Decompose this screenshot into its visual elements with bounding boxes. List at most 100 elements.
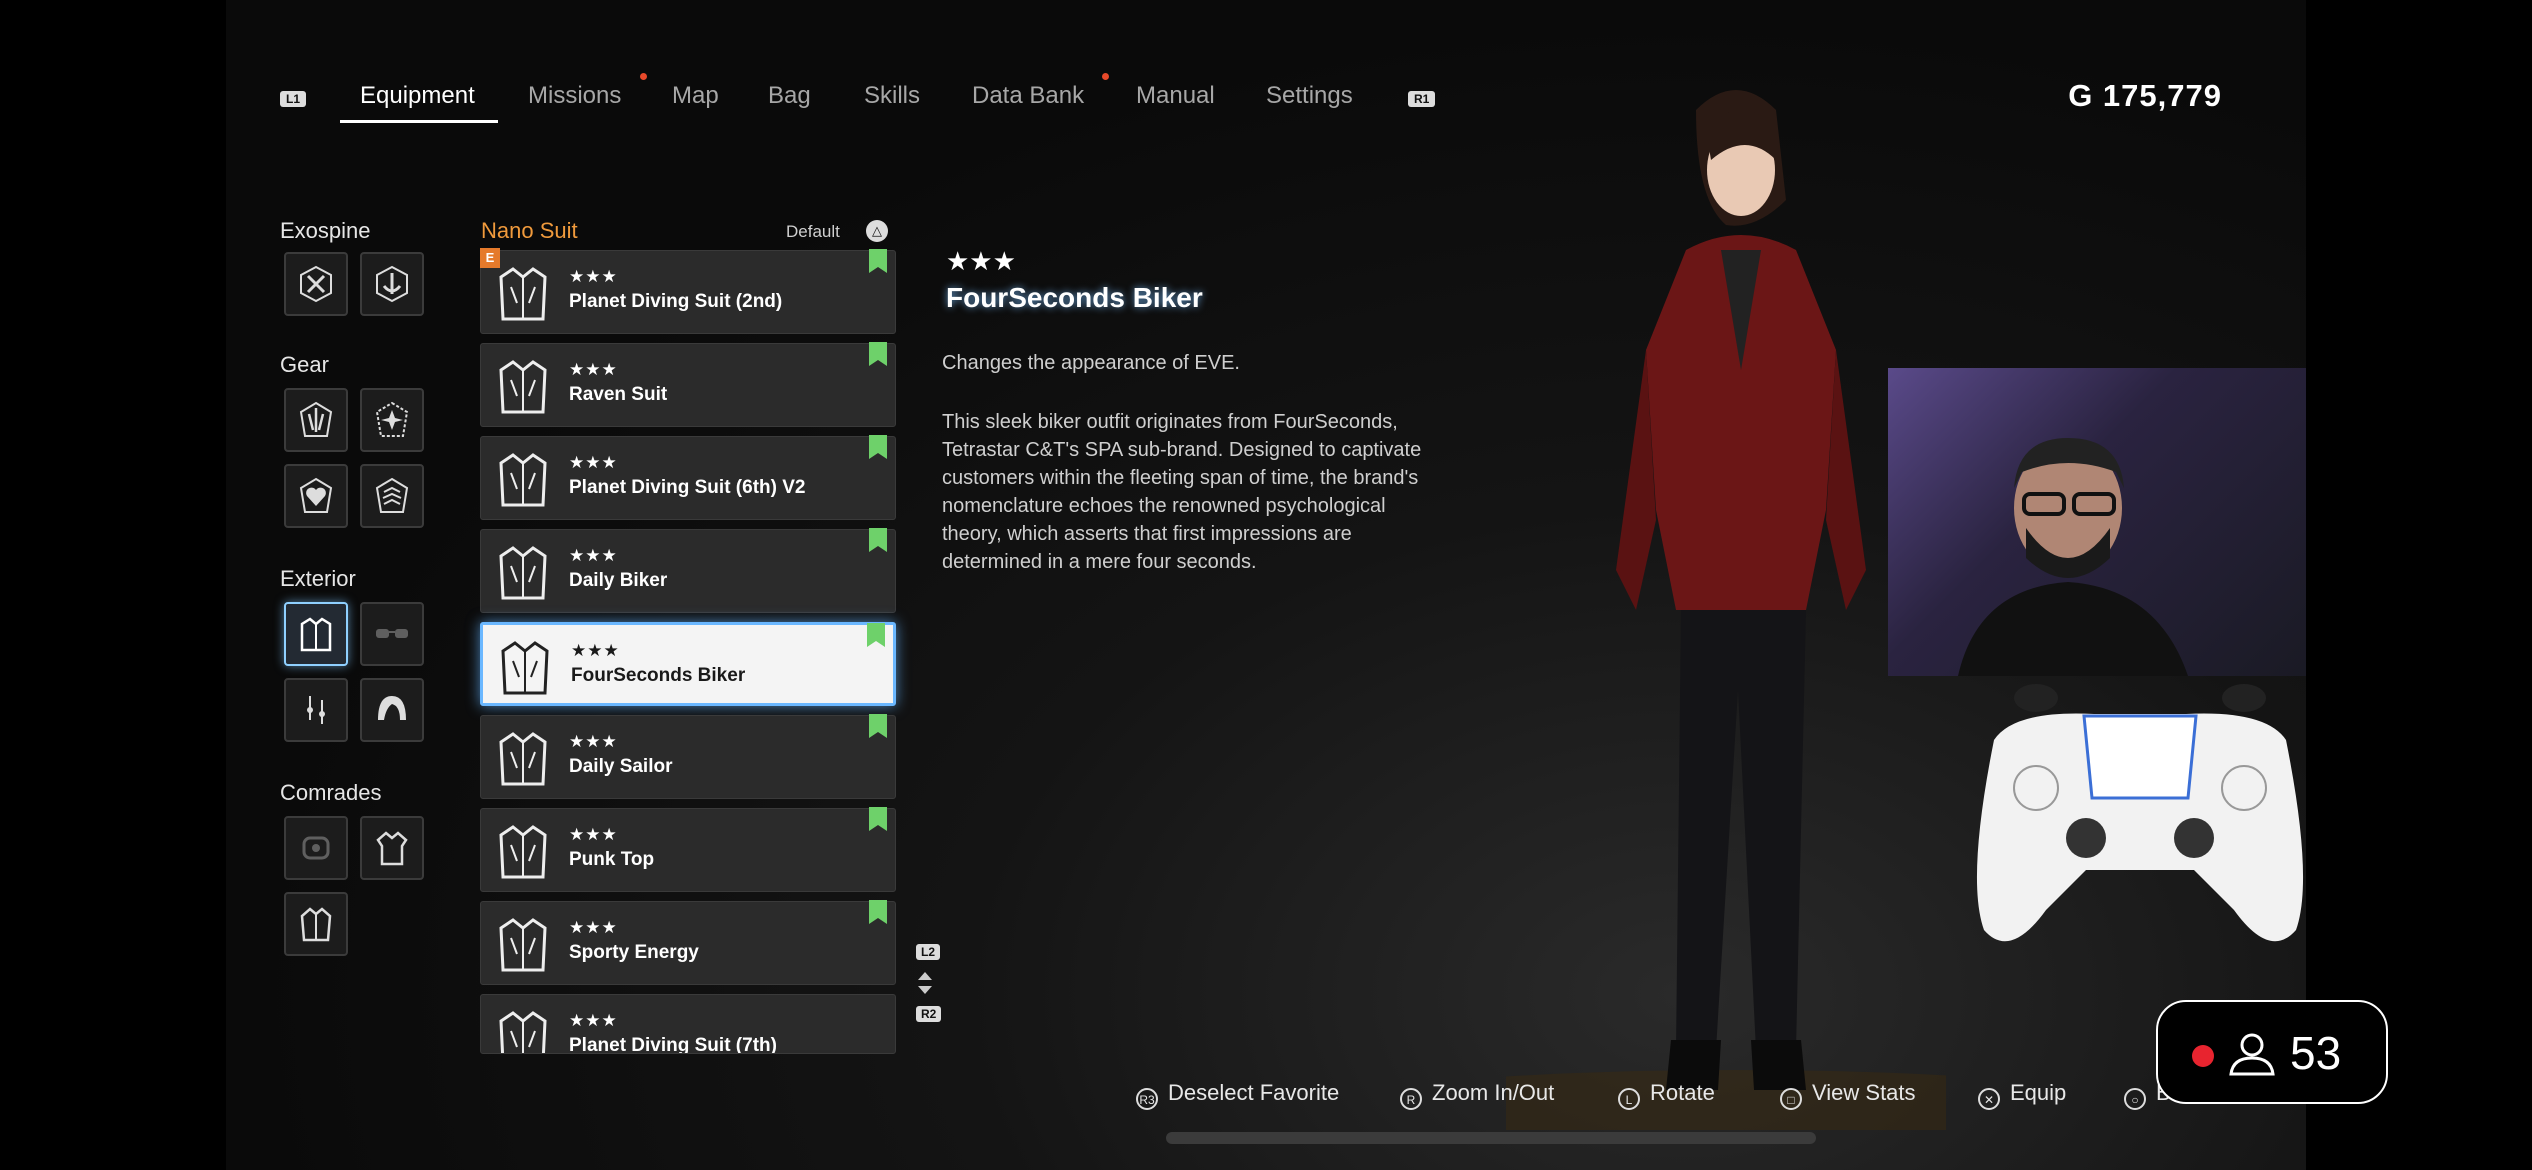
streamer-silhouette bbox=[1958, 438, 2188, 676]
hint-deselect-favorite[interactable]: R3 Deselect Favorite bbox=[1136, 1080, 1339, 1110]
exterior-slot-glasses[interactable] bbox=[360, 602, 424, 666]
tab-map[interactable]: Map bbox=[672, 82, 719, 110]
item-name: Sporty Energy bbox=[569, 942, 699, 963]
favorite-bookmark-icon bbox=[869, 342, 887, 366]
comrades-slot-2[interactable] bbox=[360, 816, 424, 880]
item-stars: ★★★ bbox=[569, 360, 618, 379]
gear-slot-3[interactable] bbox=[284, 464, 348, 528]
item-name: Planet Diving Suit (7th) bbox=[569, 1035, 777, 1054]
character-model[interactable] bbox=[1506, 50, 1946, 1130]
l1-button-hint[interactable]: L1 bbox=[280, 91, 307, 107]
list-item[interactable]: ★★★ Daily Biker bbox=[480, 528, 896, 613]
list-item[interactable]: ★★★ Daily Sailor bbox=[480, 714, 896, 799]
outfit-thumbnail-icon bbox=[499, 732, 547, 786]
hint-zoom-in-out[interactable]: R Zoom In/Out bbox=[1400, 1080, 1554, 1110]
exterior-slot-earrings[interactable] bbox=[284, 678, 348, 742]
horizontal-scrollbar[interactable] bbox=[1166, 1132, 1816, 1144]
detail-description: This sleek biker outfit originates from … bbox=[942, 411, 1422, 573]
outfit-thumbnail-icon bbox=[499, 918, 547, 972]
game-screen: L1 Equipment Missions Map Bag Skills Dat… bbox=[226, 0, 2306, 1170]
outfit-thumbnail-icon bbox=[499, 546, 547, 600]
hair-icon bbox=[378, 696, 406, 720]
outfit-thumbnail-icon bbox=[499, 360, 547, 414]
r2-scroll-hint[interactable]: R2 bbox=[916, 1006, 942, 1022]
item-stars: ★★★ bbox=[571, 641, 620, 660]
item-name: Punk Top bbox=[569, 849, 655, 870]
data-bank-notify-dot bbox=[1102, 73, 1109, 80]
controller-overlay bbox=[1976, 684, 2304, 942]
controller-button-icon: ✕ bbox=[1978, 1088, 2000, 1110]
l2-scroll-hint[interactable]: L2 bbox=[916, 944, 941, 960]
hint-label: Rotate bbox=[1650, 1080, 1715, 1105]
gear-slot-2[interactable] bbox=[360, 388, 424, 452]
gear-crown-icon bbox=[299, 401, 333, 437]
gear-slot-4[interactable] bbox=[360, 464, 424, 528]
drone-icon bbox=[302, 836, 330, 860]
coat-icon bbox=[300, 907, 332, 942]
earrings-icon bbox=[307, 696, 325, 724]
detail-subtitle: Changes the appearance of EVE. bbox=[942, 352, 1240, 374]
outfit-thumbnail-icon bbox=[499, 1011, 547, 1053]
list-item[interactable]: ★★★ Planet Diving Suit (7th) bbox=[480, 994, 896, 1054]
list-item[interactable]: ★★★ FourSeconds Biker bbox=[480, 622, 896, 706]
gear-stripes-icon bbox=[375, 477, 409, 513]
hint-view-stats[interactable]: □ View Stats bbox=[1780, 1080, 1916, 1110]
category-exterior: Exterior bbox=[280, 566, 356, 591]
sort-label[interactable]: Default bbox=[786, 222, 840, 242]
tab-settings[interactable]: Settings bbox=[1266, 82, 1353, 110]
hint-label: Deselect Favorite bbox=[1168, 1080, 1340, 1105]
item-stars: ★★★ bbox=[569, 453, 618, 472]
gear-slot-1[interactable] bbox=[284, 388, 348, 452]
comrades-slot-1[interactable] bbox=[284, 816, 348, 880]
item-name: Planet Diving Suit (6th) V2 bbox=[569, 477, 806, 498]
list-item[interactable]: ★★★ Sporty Energy bbox=[480, 900, 896, 985]
outfit-icon bbox=[376, 831, 408, 866]
list-item[interactable]: ★★★ Planet Diving Suit (6th) V2 bbox=[480, 435, 896, 520]
favorite-bookmark-icon bbox=[869, 528, 887, 552]
detail-stars: ★★★ bbox=[946, 246, 1016, 276]
triangle-button-icon[interactable]: △ bbox=[866, 220, 888, 242]
tab-bag[interactable]: Bag bbox=[768, 82, 811, 110]
hint-equip[interactable]: ✕ Equip bbox=[1978, 1080, 2066, 1110]
item-name: Daily Sailor bbox=[569, 756, 673, 777]
exterior-slot-suit[interactable] bbox=[284, 602, 348, 666]
active-tab-underline bbox=[340, 120, 498, 123]
controller-button-icon: □ bbox=[1780, 1088, 1802, 1110]
jacket-icon bbox=[300, 617, 332, 652]
tab-equipment[interactable]: Equipment bbox=[360, 82, 475, 110]
exospine-slot-2[interactable] bbox=[360, 252, 424, 316]
list-item[interactable]: ★★★ Raven Suit bbox=[480, 342, 896, 427]
list-item[interactable]: ★★★ Punk Top bbox=[480, 807, 896, 892]
item-name: Daily Biker bbox=[569, 570, 668, 591]
list-header-nano-suit: Nano Suit bbox=[481, 218, 578, 243]
person-icon bbox=[2229, 1033, 2275, 1076]
gear-heart-icon bbox=[299, 477, 333, 513]
comrades-slot-3[interactable] bbox=[284, 892, 348, 956]
favorite-bookmark-icon bbox=[869, 807, 887, 831]
item-stars: ★★★ bbox=[569, 546, 618, 565]
outfit-thumbnail-icon bbox=[501, 641, 549, 695]
list-item[interactable]: ★★★ Planet Diving Suit (2nd) bbox=[480, 249, 896, 334]
item-stars: ★★★ bbox=[569, 1011, 618, 1030]
scroll-arrows-icon bbox=[918, 972, 932, 994]
hint-rotate[interactable]: L Rotate bbox=[1618, 1080, 1715, 1110]
hint-label: View Stats bbox=[1812, 1080, 1916, 1105]
tab-data-bank[interactable]: Data Bank bbox=[972, 82, 1084, 110]
sunglasses-icon bbox=[376, 629, 408, 638]
controller-button-icon: L bbox=[1618, 1088, 1640, 1110]
currency-display: G 175,779 bbox=[2068, 78, 2222, 113]
exospine-anchor-icon bbox=[376, 265, 408, 303]
missions-notify-dot bbox=[640, 73, 647, 80]
tab-skills[interactable]: Skills bbox=[864, 82, 920, 110]
tab-manual[interactable]: Manual bbox=[1136, 82, 1215, 110]
item-stars: ★★★ bbox=[569, 825, 618, 844]
exterior-slot-hair[interactable] bbox=[360, 678, 424, 742]
controller-button-icon: R3 bbox=[1136, 1088, 1158, 1110]
favorite-bookmark-icon bbox=[869, 714, 887, 738]
equipped-badge: E bbox=[480, 248, 500, 268]
tab-missions[interactable]: Missions bbox=[528, 82, 621, 110]
exospine-slot-1[interactable] bbox=[284, 252, 348, 316]
exospine-hex-icon bbox=[300, 265, 332, 303]
live-viewers-pill: 53 bbox=[2156, 1000, 2388, 1104]
r1-button-hint[interactable]: R1 bbox=[1408, 91, 1436, 107]
